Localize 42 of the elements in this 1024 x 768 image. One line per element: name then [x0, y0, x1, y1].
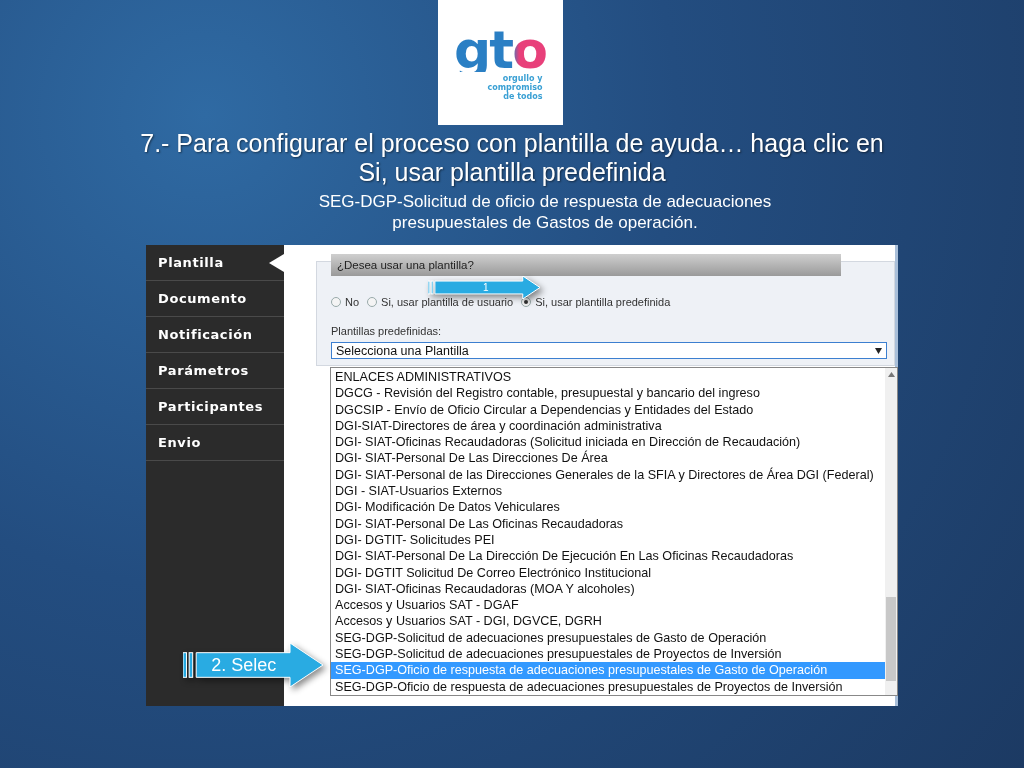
field-label: Plantillas predefinidas:	[331, 325, 443, 337]
dropdown-option[interactable]: Accesos y Usuarios SAT - DGAF	[331, 597, 885, 614]
sidebar-item[interactable]: Envio	[146, 425, 284, 461]
section-header: ¿Desea usar una plantilla?	[331, 254, 841, 276]
dropdown-option[interactable]: DGI- SIAT-Oficinas Recaudadoras (Solicitud iniciada en Dirección de Recaudación)	[331, 434, 885, 451]
logo-tagline: orgullo y compromiso de todos	[487, 74, 543, 101]
slide-subtitle: SEG-DGP-Solicitud de oficio de respuesta de adecuaciones presupuestales de Gastos de operación.	[317, 191, 773, 233]
sidebar-item[interactable]: Plantilla	[146, 245, 284, 281]
radio-label[interactable]: Si, usar plantilla predefinida	[535, 296, 671, 308]
callout-label: 2. Selec	[211, 654, 278, 677]
dropdown-option[interactable]: DGI- SIAT-Personal De La Dirección De Ejecución En Las Oficinas Recaudadoras	[331, 548, 885, 565]
dropdown-option[interactable]: SEG-DGP-Solicitud de adecuaciones presupuestales de Gasto de Operación	[331, 629, 885, 647]
dropdown-option[interactable]: DGI- SIAT-Personal De Las Direcciones De Área	[331, 450, 885, 467]
radio-label[interactable]: Si, usar plantilla de usuario	[381, 296, 514, 308]
dropdown-option[interactable]: ENLACES ADMINISTRATIVOS	[331, 369, 885, 386]
sidebar-item[interactable]: Notificación	[146, 317, 284, 353]
dropdown-option[interactable]: DGI- DGTIT Solicitud De Correo Electrónico Institucional	[331, 564, 885, 581]
scrollbar-thumb[interactable]	[886, 597, 896, 681]
scrollbar[interactable]	[885, 368, 897, 695]
dropdown-option[interactable]: DGI- Modificación De Datos Vehiculares	[331, 499, 885, 516]
callout-label: 1	[481, 281, 490, 295]
slide-title: 7.- Para configurar el proceso con plantilla de ayuda… haga clic en Si, usar plantilla predefinida	[139, 129, 885, 187]
dropdown-option[interactable]: DGI - SIAT-Usuarios Externos	[331, 483, 885, 500]
template-dropdown[interactable]: Selecciona una Plantilla	[331, 342, 887, 359]
dropdown-option[interactable]: DGI-SIAT-Directores de área y coordinación administrativa	[331, 417, 885, 435]
dropdown-option[interactable]: SEG-DGP-Oficio de respuesta de adecuaciones presupuestales de Proyectos de Inversión	[331, 678, 885, 695]
caret-icon	[875, 347, 882, 354]
sidebar-item[interactable]: Documento	[146, 281, 284, 317]
dropdown-option[interactable]: DGCSIP - Envío de Oficio Circular a Dependencias y Entidades del Estado	[331, 401, 885, 418]
sidebar-item[interactable]: Participantes	[146, 389, 284, 425]
dropdown-option[interactable]: SEG-DGP-Solicitud de adecuaciones presupuestales de Proyectos de Inversión	[331, 646, 885, 663]
scroll-up-icon[interactable]	[887, 372, 895, 377]
radio-button[interactable]	[367, 297, 378, 307]
dropdown-option[interactable]: DGI- DGTIT- Solicitudes PEI	[331, 531, 885, 549]
dropdown-option[interactable]: DGI- SIAT-Oficinas Recaudadoras (MOA Y alcoholes)	[331, 580, 885, 598]
dropdown-option[interactable]: DGI- SIAT-Personal De Las Oficinas Recaudadoras	[331, 515, 885, 532]
radio-label[interactable]: No	[345, 296, 360, 308]
dropdown-option[interactable]: DGI- SIAT-Personal de las Direcciones Generales de la SFIA y Directores de Área DGI (Federal)	[331, 466, 885, 484]
dropdown-option[interactable]: Accesos y Usuarios SAT - DGI, DGVCE, DGRH	[331, 613, 885, 630]
dropdown-option[interactable]: DGCG - Revisión del Registro contable, presupuestal y bancario del ingreso	[331, 385, 885, 402]
sidebar-item[interactable]: Parámetros	[146, 353, 284, 389]
radio-button[interactable]	[331, 297, 341, 307]
